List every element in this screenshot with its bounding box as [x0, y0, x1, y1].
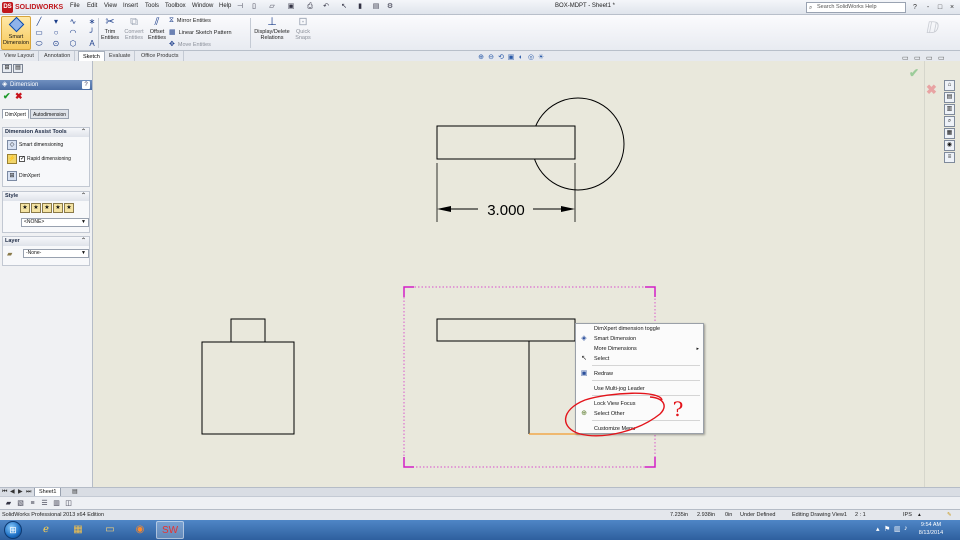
- sheet-tab-bar: ⏮ ◀ ▶ ⏭ Sheet1 ▤: [0, 487, 960, 497]
- volume-icon[interactable]: ♪: [904, 525, 908, 532]
- clock-date: 8/13/2014: [918, 530, 944, 536]
- document-toolbar: ▰ ▧ ≡ ☰ ▥ ◫: [0, 496, 960, 509]
- firefox-icon[interactable]: ◉: [126, 521, 154, 539]
- status-units[interactable]: IPS: [903, 510, 912, 520]
- solidworks-taskbar-icon[interactable]: SW: [156, 521, 184, 539]
- units-dropdown-icon[interactable]: ▴: [918, 510, 921, 520]
- annotation-overlay: ?: [564, 392, 684, 437]
- status-z-coordinate: 0in: [725, 512, 733, 518]
- media-library-icon[interactable]: ▦: [64, 521, 92, 539]
- start-button[interactable]: ⊞: [4, 521, 22, 539]
- rebuild-status-icon[interactable]: ✎: [947, 510, 952, 520]
- status-product: SolidWorks Professional 2013 x64 Edition: [2, 512, 105, 518]
- network-icon[interactable]: ▥: [894, 525, 901, 533]
- show-hidden-icons[interactable]: ▴: [876, 525, 880, 533]
- color-display-icon[interactable]: ◫: [64, 499, 73, 508]
- status-mode: Editing Drawing View1: [792, 512, 847, 518]
- line-thickness-icon[interactable]: ≡: [28, 499, 37, 508]
- clock-time: 9:54 AM: [920, 522, 942, 528]
- status-bar: SolidWorks Professional 2013 x64 Edition…: [0, 509, 960, 520]
- status-y-coordinate: 2.938in: [697, 512, 716, 518]
- windows-taskbar: ⊞ ℯ ▦ ▭ ◉ SW ▴ ⚑ ▥ ♪ 9:54 AM 8/13/2014: [0, 520, 960, 540]
- status-x-coordinate: 7.235in: [670, 512, 689, 518]
- red-question-mark: ?: [673, 397, 684, 421]
- line-color-icon[interactable]: ▧: [16, 499, 25, 508]
- layer-properties-icon[interactable]: ▰: [4, 499, 13, 508]
- line-style-icon[interactable]: ☰: [40, 499, 49, 508]
- red-circle-annotation: [564, 392, 665, 437]
- taskbar-clock[interactable]: 9:54 AM 8/13/2014: [912, 521, 950, 537]
- status-sketch-state: Under Defined: [740, 512, 776, 518]
- internet-explorer-icon[interactable]: ℯ: [32, 521, 60, 539]
- action-center-flag-icon[interactable]: ⚑: [884, 525, 890, 533]
- file-explorer-icon[interactable]: ▭: [96, 521, 124, 539]
- status-scale[interactable]: 2 : 1: [855, 510, 866, 520]
- hide-show-edges-icon[interactable]: ▥: [52, 499, 61, 508]
